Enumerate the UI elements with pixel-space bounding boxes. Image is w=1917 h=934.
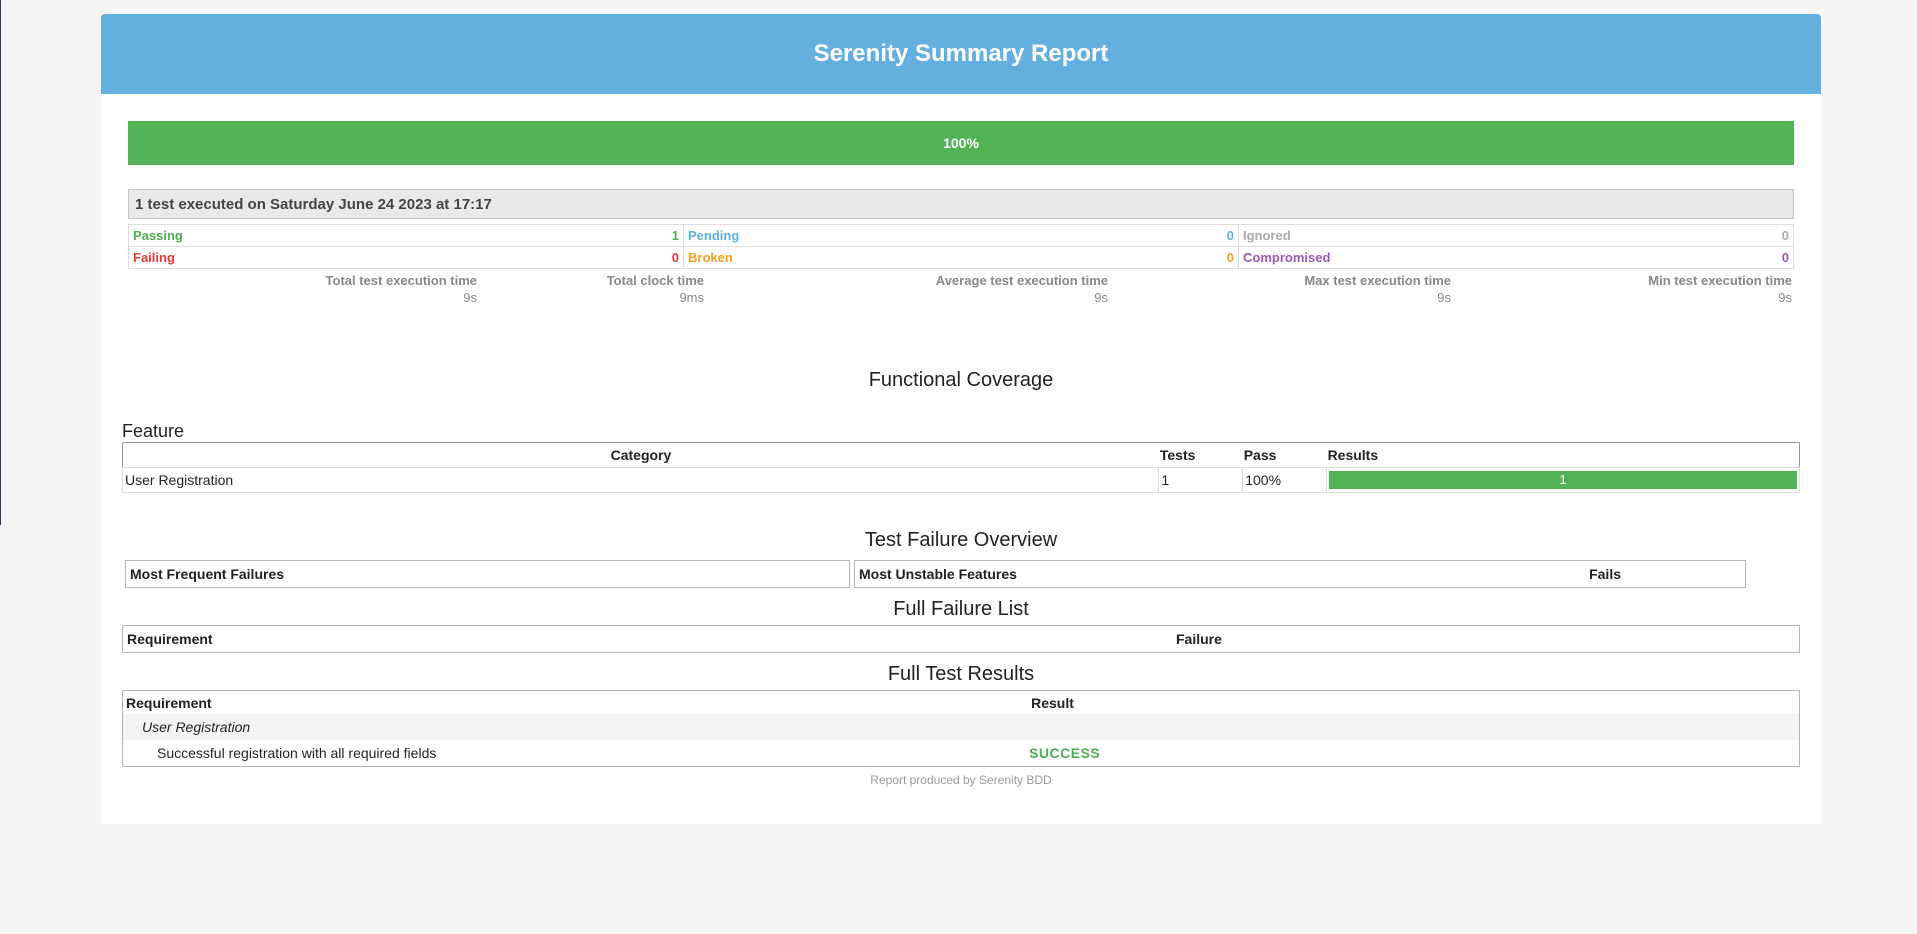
count-value: 0 (1781, 228, 1789, 243)
timing-label: Total test execution time (325, 273, 477, 288)
most-unstable-features-label: Most Unstable Features (859, 566, 1017, 582)
count-label: Pending (688, 228, 740, 243)
test-name[interactable]: Successful registration with all require… (123, 740, 1029, 767)
timing-total-execution: Total test execution time 9s (326, 273, 477, 305)
table-row[interactable]: User Registration 1 100% 1 (121, 467, 1800, 493)
report-container: Serenity Summary Report 100% 1 test exec… (101, 14, 1821, 824)
timing-label: Min test execution time (1648, 273, 1792, 288)
timing-min: Min test execution time 9s (1648, 273, 1792, 305)
test-result: SUCCESS (1029, 745, 1101, 761)
count-label: Failing (133, 250, 175, 265)
count-broken[interactable]: Broken 0 (683, 246, 1239, 269)
most-unstable-features: Most Unstable Features Fails (854, 560, 1746, 588)
report-footer: Report produced by Serenity BDD (870, 773, 1052, 787)
group-name: User Registration (122, 714, 1800, 740)
col-result: Result (1031, 694, 1074, 711)
timing-value: 9s (1437, 290, 1451, 305)
most-frequent-failures: Most Frequent Failures (125, 560, 850, 588)
pass-rate: 100% (1242, 467, 1328, 493)
category-name[interactable]: User Registration (121, 467, 1160, 493)
timing-label: Max test execution time (1304, 273, 1451, 288)
requirement-header: Requirement (127, 631, 213, 647)
col-pass: Pass (1242, 442, 1327, 468)
count-pending[interactable]: Pending 0 (683, 224, 1239, 247)
list-item[interactable]: User Registration (122, 714, 1800, 740)
full-test-results-title: Full Test Results (887, 663, 1035, 685)
count-label: Broken (688, 250, 733, 265)
timing-average: Average test execution time 9s (936, 273, 1108, 305)
timing-value: 9s (1778, 290, 1792, 305)
feature-label: Feature (122, 421, 185, 441)
timing-label: Total clock time (606, 273, 704, 288)
timing-value: 9ms (679, 290, 704, 305)
col-tests: Tests (1158, 442, 1243, 468)
timing-max: Max test execution time 9s (1304, 273, 1451, 305)
timing-value: 9s (463, 290, 477, 305)
failure-overview-title: Test Failure Overview (864, 529, 1058, 551)
failure-header: Failure (1176, 631, 1222, 647)
functional-coverage-title: Functional Coverage (868, 369, 1054, 391)
count-value: 0 (1226, 228, 1234, 243)
count-failing[interactable]: Failing 0 (128, 246, 684, 269)
test-results-table: Requirement Result User Registration Suc… (122, 690, 1800, 767)
col-category: Category (122, 442, 1159, 468)
progress-label: 100% (943, 135, 979, 151)
col-results: Results (1326, 442, 1800, 468)
count-label: Passing (133, 228, 183, 243)
execution-summary-text: 1 test executed on Saturday June 24 2023… (135, 195, 492, 213)
table-row[interactable]: Successful registration with all require… (123, 740, 1800, 767)
fails-label: Fails (1589, 566, 1621, 582)
results-bar[interactable]: 1 (1329, 471, 1797, 489)
report-banner: Serenity Summary Report (101, 14, 1821, 94)
timing-label: Average test execution time (935, 273, 1108, 288)
count-value: 0 (671, 250, 679, 265)
col-requirement: Requirement (126, 694, 212, 711)
count-value: 0 (1226, 250, 1234, 265)
timing-stats: Total test execution time 9s Total clock… (128, 271, 1794, 311)
count-value: 0 (1781, 250, 1789, 265)
full-failure-list-title: Full Failure List (893, 598, 1029, 620)
count-compromised[interactable]: Compromised 0 (1238, 246, 1794, 269)
results-cell: 1 (1326, 467, 1800, 493)
timing-value: 9s (1094, 290, 1108, 305)
most-frequent-failures-label: Most Frequent Failures (130, 566, 285, 582)
count-label: Ignored (1243, 228, 1291, 243)
count-ignored[interactable]: Ignored 0 (1238, 224, 1794, 247)
failure-list-header: Requirement Failure (122, 625, 1800, 653)
timing-total-clock: Total clock time 9ms (607, 273, 704, 305)
report-title: Serenity Summary Report (813, 40, 1109, 67)
coverage-table: Category Tests Pass Results User Registr… (121, 442, 1800, 493)
tests-count: 1 (1158, 467, 1244, 493)
count-label: Compromised (1243, 250, 1331, 265)
count-value: 1 (671, 228, 679, 243)
window-edge (0, 0, 1, 525)
failure-overview: Most Frequent Failures Most Unstable Fea… (125, 560, 1818, 588)
count-passing[interactable]: Passing 1 (128, 224, 684, 247)
execution-summary: 1 test executed on Saturday June 24 2023… (128, 189, 1794, 219)
overall-progress-bar: 100% (128, 121, 1794, 165)
result-counts-table: Passing 1 Pending 0 Ignored 0 Failing 0 … (128, 224, 1794, 269)
